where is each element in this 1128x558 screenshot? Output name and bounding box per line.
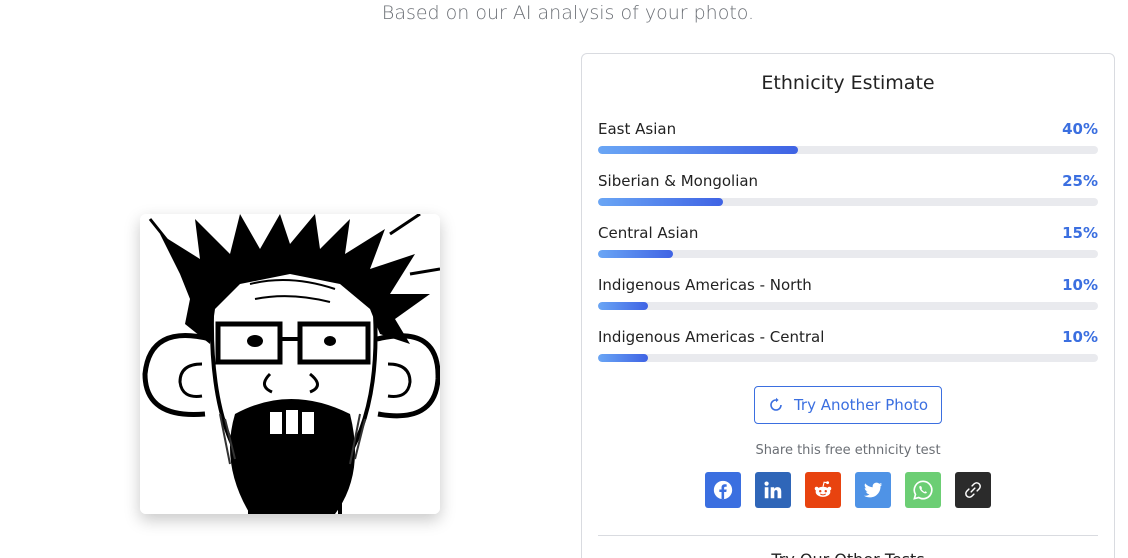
share-facebook-button[interactable] xyxy=(705,472,741,508)
result-row: Siberian & Mongolian 25% xyxy=(598,172,1098,224)
share-caption: Share this free ethnicity test xyxy=(755,443,941,458)
result-row: Central Asian 15% xyxy=(598,224,1098,276)
progress-fill xyxy=(598,302,648,310)
result-percent: 40% xyxy=(1062,120,1098,138)
refresh-icon xyxy=(770,397,782,411)
ethnicity-result-card: Ethnicity Estimate East Asian 40% Siberi… xyxy=(581,53,1115,558)
progress-track xyxy=(598,198,1098,206)
share-twitter-button[interactable] xyxy=(855,472,891,508)
result-percent: 10% xyxy=(1062,328,1098,346)
result-percent: 15% xyxy=(1062,224,1098,242)
page-subtitle: Based on our AI analysis of your photo. xyxy=(381,2,755,24)
result-row: Indigenous Americas - Central 10% xyxy=(598,328,1098,380)
progress-track xyxy=(598,250,1098,258)
result-label: East Asian xyxy=(598,120,677,138)
result-row: East Asian 40% xyxy=(598,120,1098,172)
progress-track xyxy=(598,146,1098,154)
result-label: Siberian & Mongolian xyxy=(598,172,759,190)
progress-track xyxy=(598,354,1098,362)
result-row: Indigenous Americas - North 10% xyxy=(598,276,1098,328)
share-buttons xyxy=(705,472,991,508)
twitter-icon xyxy=(864,482,883,498)
linkedin-icon xyxy=(764,481,782,499)
card-title: Ethnicity Estimate xyxy=(761,72,935,94)
copy-link-button[interactable] xyxy=(955,472,991,508)
share-linkedin-button[interactable] xyxy=(755,472,791,508)
reddit-icon xyxy=(814,481,832,497)
progress-fill xyxy=(598,250,673,258)
progress-track xyxy=(598,302,1098,310)
share-whatsapp-button[interactable] xyxy=(905,472,941,508)
progress-fill xyxy=(598,354,648,362)
result-percent: 25% xyxy=(1062,172,1098,190)
other-tests-heading: Try Our Other Tests xyxy=(582,550,1114,558)
facebook-icon xyxy=(713,480,733,500)
result-list: East Asian 40% Siberian & Mongolian 25% … xyxy=(598,120,1098,380)
whatsapp-icon xyxy=(913,480,933,500)
result-label: Central Asian xyxy=(598,224,699,242)
section-divider xyxy=(598,535,1098,536)
try-another-photo-button[interactable]: Try Another Photo xyxy=(754,386,942,424)
try-another-photo-label: Try Another Photo xyxy=(793,396,929,414)
result-label: Indigenous Americas - North xyxy=(598,276,812,294)
link-icon xyxy=(965,482,981,498)
progress-fill xyxy=(598,198,723,206)
uploaded-photo xyxy=(140,214,440,514)
result-label: Indigenous Americas - Central xyxy=(598,328,825,346)
share-reddit-button[interactable] xyxy=(805,472,841,508)
face-drawing xyxy=(140,214,440,514)
result-percent: 10% xyxy=(1062,276,1098,294)
progress-fill xyxy=(598,146,798,154)
